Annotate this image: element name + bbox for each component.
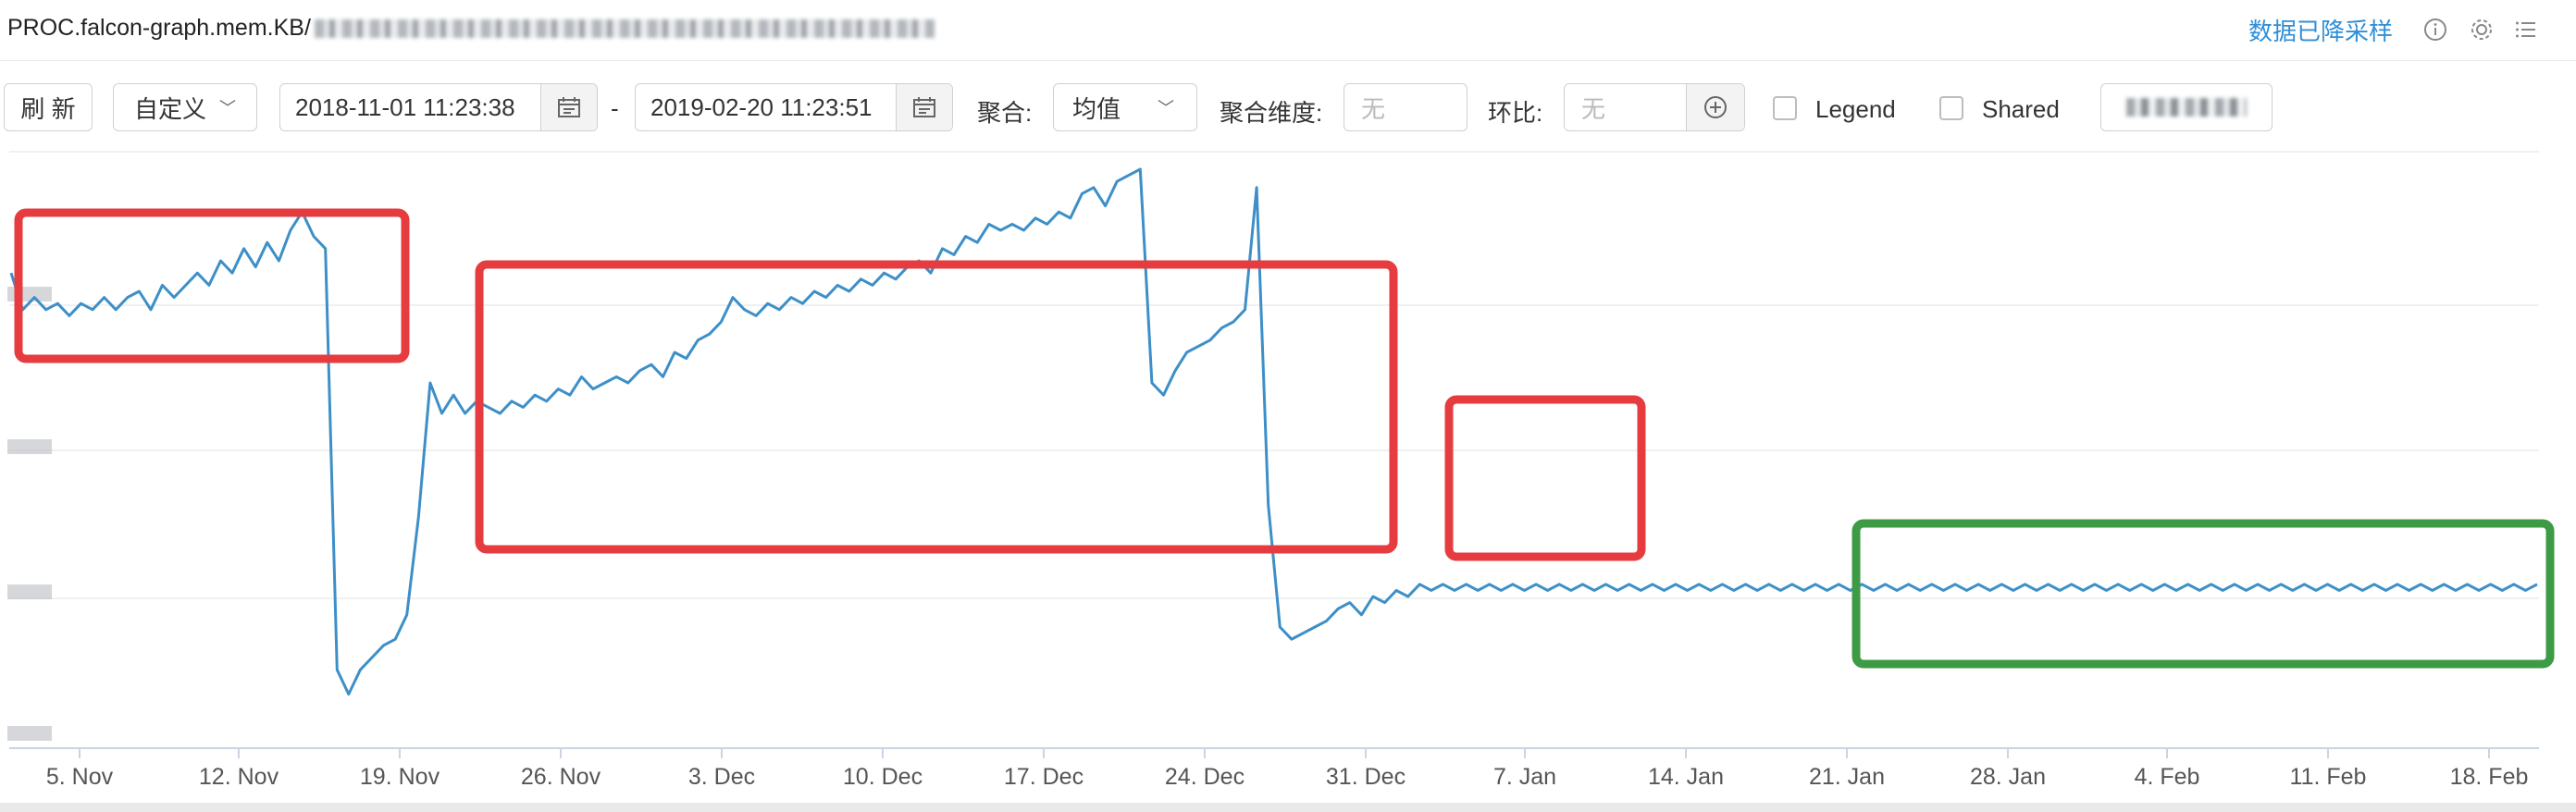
aggregate-value: 均值 — [1072, 94, 1121, 123]
redacted-dropdown[interactable] — [2100, 83, 2273, 131]
x-tick-label: 11. Feb — [2290, 764, 2367, 790]
x-tick-label: 28. Jan — [1970, 764, 2046, 790]
end-time-value: 2019-02-20 11:23:51 — [650, 92, 873, 121]
redacted-title-suffix — [314, 19, 935, 39]
x-tick-label: 4. Feb — [2135, 764, 2200, 790]
legend-checkbox-label[interactable]: Legend — [1815, 95, 1896, 124]
x-tick-label: 7. Jan — [1493, 764, 1556, 790]
chevron-down-icon: ﹀ — [219, 99, 236, 117]
x-tick-label: 26. Nov — [521, 764, 601, 790]
gear-icon[interactable] — [2469, 17, 2495, 43]
chart-area: 5. Nov 12. Nov 19. Nov 26. Nov 3. Dec 10. Dec… — [0, 148, 2576, 812]
x-tick-label: 17. Dec — [1004, 764, 1084, 790]
compare-label: 环比: — [1488, 99, 1543, 127]
time-range-separator: - — [611, 94, 619, 122]
start-time-field[interactable]: 2018-11-01 11:23:38 — [279, 83, 598, 131]
add-compare-icon[interactable] — [1686, 84, 1744, 130]
highlight-box-green — [1852, 519, 2555, 669]
agg-dimension-input[interactable]: 无 — [1344, 83, 1468, 131]
downsampled-link[interactable]: 数据已降采样 — [2248, 13, 2393, 47]
x-tick-label: 19. Nov — [360, 764, 440, 790]
redacted-text — [2126, 98, 2247, 117]
aggregate-select[interactable]: 均值 ﹀ — [1053, 83, 1197, 131]
compare-input[interactable]: 无 — [1564, 83, 1745, 131]
panel-header: PROC.falcon-graph.mem.KB/ 数据已降采样 — [0, 0, 2576, 61]
range-mode-value: 自定义 — [133, 94, 206, 123]
redacted-y-tick — [7, 287, 52, 301]
x-tick-label: 14. Jan — [1648, 764, 1724, 790]
aggregate-label: 聚合: — [977, 99, 1033, 127]
x-tick-label: 3. Dec — [688, 764, 755, 790]
legend-checkbox[interactable] — [1773, 96, 1797, 120]
highlight-box-red — [14, 208, 410, 363]
calendar-icon[interactable] — [540, 84, 597, 130]
end-time-field[interactable]: 2019-02-20 11:23:51 — [635, 83, 953, 131]
shared-checkbox[interactable] — [1939, 96, 1963, 120]
range-mode-select[interactable]: 自定义 ﹀ — [113, 83, 257, 131]
panel-title: PROC.falcon-graph.mem.KB/ — [7, 15, 935, 42]
agg-dimension-label: 聚合维度: — [1220, 99, 1323, 127]
x-tick-label: 12. Nov — [199, 764, 279, 790]
series-line[interactable] — [9, 167, 2538, 696]
bottom-scrollbar[interactable] — [0, 803, 2576, 812]
x-tick-label: 10. Dec — [843, 764, 923, 790]
x-tick-label: 31. Dec — [1326, 764, 1406, 790]
compare-placeholder: 无 — [1581, 94, 1606, 123]
chevron-down-icon: ﹀ — [1158, 99, 1175, 117]
x-tick-label: 21. Jan — [1809, 764, 1885, 790]
highlight-box-red — [1444, 395, 1646, 561]
calendar-icon[interactable] — [896, 84, 952, 130]
x-tick-label: 18. Feb — [2450, 764, 2529, 790]
list-icon[interactable] — [2513, 17, 2539, 43]
redacted-y-tick — [7, 584, 52, 599]
x-tick-label: 24. Dec — [1165, 764, 1245, 790]
line-chart: 5. Nov 12. Nov 19. Nov 26. Nov 3. Dec 10. Dec… — [7, 151, 2555, 790]
x-tick-label: 5. Nov — [46, 764, 114, 790]
info-icon[interactable] — [2422, 17, 2448, 43]
refresh-button[interactable]: 刷 新 — [4, 83, 93, 131]
redacted-y-tick — [7, 439, 52, 454]
panel-title-text: PROC.falcon-graph.mem.KB/ — [7, 15, 311, 41]
start-time-value: 2018-11-01 11:23:38 — [295, 92, 515, 121]
toolbar: 刷 新 自定义 ﹀ 2018-11-01 11:23:38 - 2019-02-2… — [0, 83, 2576, 139]
redacted-y-tick — [7, 726, 52, 741]
shared-checkbox-label[interactable]: Shared — [1982, 95, 2060, 124]
highlight-box-red — [475, 260, 1398, 554]
